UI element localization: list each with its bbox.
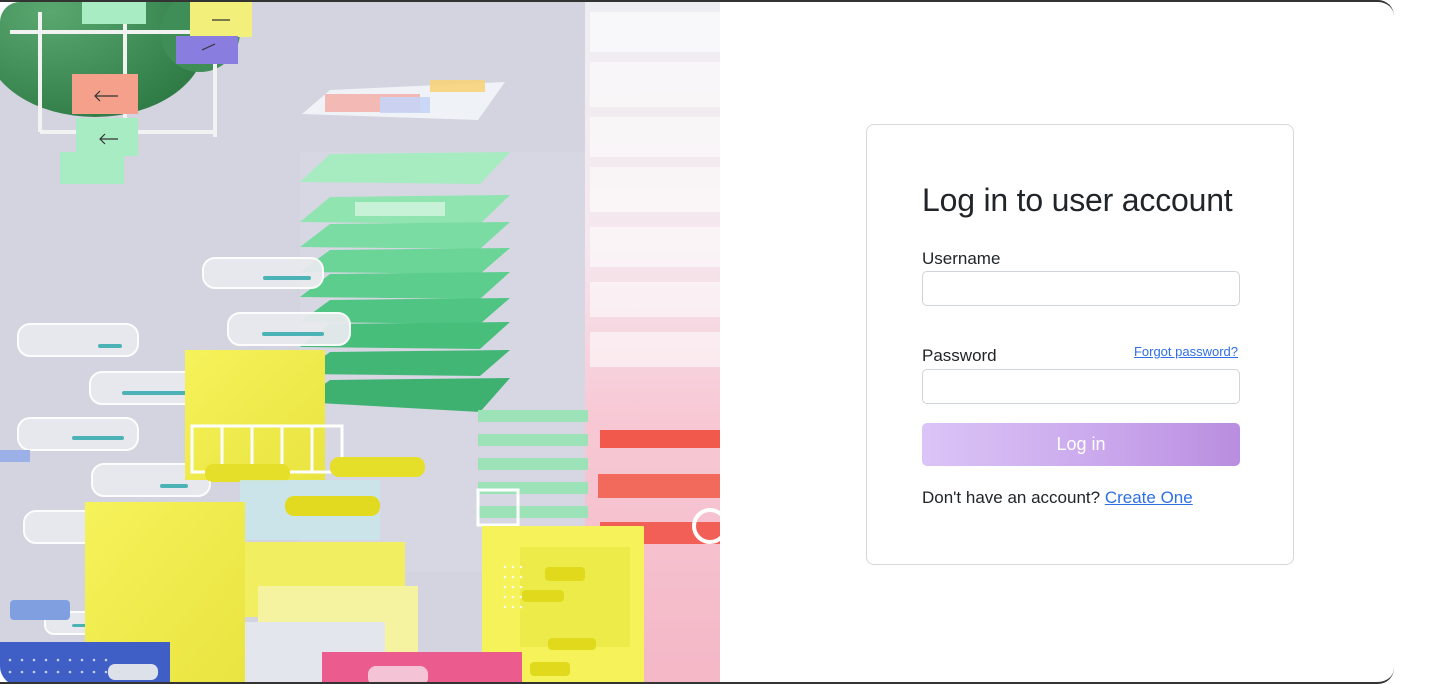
password-input[interactable] — [922, 369, 1240, 404]
forgot-password-link[interactable]: Forgot password? — [1134, 344, 1238, 360]
login-page: Log in to user account Username Password… — [0, 0, 1394, 684]
login-card: Log in to user account Username Password… — [866, 124, 1294, 565]
page-margin — [1394, 0, 1440, 684]
signup-prompt: Don't have an account? Create One — [922, 487, 1193, 509]
login-button[interactable]: Log in — [922, 423, 1240, 466]
login-title: Log in to user account — [922, 182, 1233, 218]
username-label: Username — [922, 249, 1001, 268]
create-account-link[interactable]: Create One — [1105, 488, 1193, 507]
hero-illustration — [0, 2, 720, 682]
signup-prompt-text: Don't have an account? — [922, 488, 1105, 507]
password-label: Password — [922, 346, 997, 365]
username-input[interactable] — [922, 271, 1240, 306]
